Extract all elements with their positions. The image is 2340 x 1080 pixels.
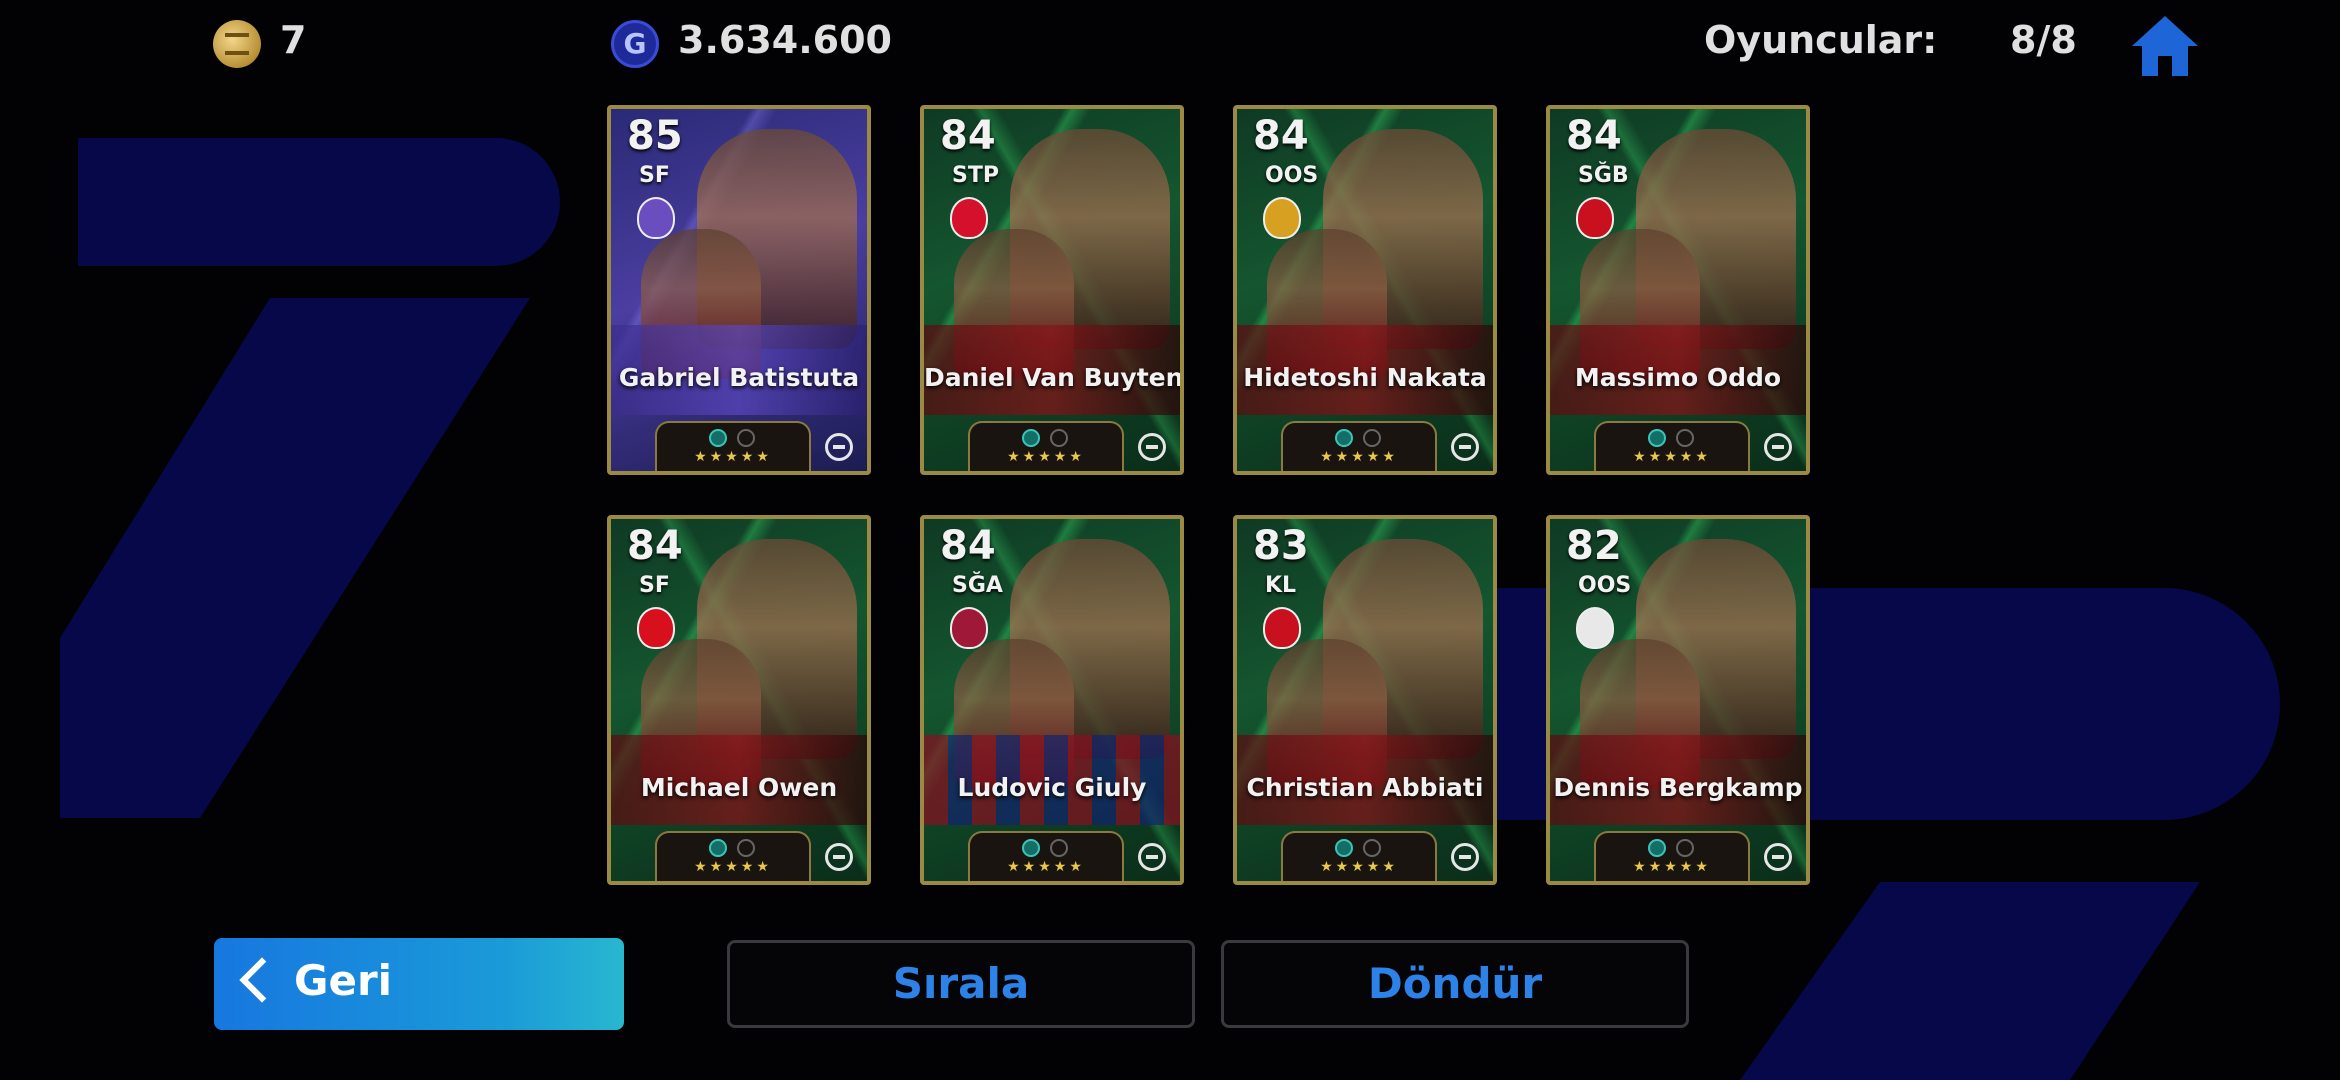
player-card[interactable]: 83 KL Christian Abbiati ★★★★★: [1233, 515, 1497, 885]
club-crest-icon: [1263, 197, 1301, 239]
player-name: Massimo Oddo: [1574, 363, 1782, 392]
efootball-coin-icon: [213, 20, 261, 68]
player-rating: 85: [627, 113, 683, 159]
skill-icon: [1050, 429, 1068, 447]
player-name: Ludovic Giuly: [957, 773, 1147, 802]
player-position: KL: [1265, 573, 1297, 598]
coin-balance: 7: [280, 18, 307, 62]
player-card[interactable]: 84 OOS Hidetoshi Nakata ★★★★★: [1233, 105, 1497, 475]
efootball-logo-icon: [1138, 843, 1166, 871]
club-crest-icon: [637, 197, 675, 239]
star-rating: ★★★★★: [1320, 859, 1398, 875]
star-rating: ★★★★★: [694, 859, 772, 875]
home-icon[interactable]: [2130, 14, 2200, 78]
player-card[interactable]: 84 SĞA Ludovic Giuly ★★★★★: [920, 515, 1184, 885]
player-card[interactable]: 85 SF Gabriel Batistuta ★★★★★: [607, 105, 871, 475]
gp-balance: 3.634.600: [678, 18, 892, 62]
efootball-logo-icon: [1451, 843, 1479, 871]
player-rating: 83: [1253, 523, 1309, 569]
efootball-logo-icon: [1764, 433, 1792, 461]
sort-button[interactable]: Sırala: [727, 940, 1195, 1028]
player-rating: 84: [1566, 113, 1622, 159]
player-position: OOS: [1578, 573, 1632, 598]
skill-icon: [1363, 839, 1381, 857]
skill-icon: [1648, 839, 1666, 857]
skill-icon: [1363, 429, 1381, 447]
club-crest-icon: [1576, 607, 1614, 649]
skill-icon: [709, 429, 727, 447]
efootball-logo-icon: [1138, 433, 1166, 461]
card-base: ★★★★★: [1594, 831, 1750, 881]
skill-icon: [1676, 839, 1694, 857]
star-rating: ★★★★★: [1633, 449, 1711, 465]
player-rating: 84: [1253, 113, 1309, 159]
skill-icon: [1335, 839, 1353, 857]
club-crest-icon: [950, 197, 988, 239]
player-position: SF: [639, 573, 670, 598]
flip-button[interactable]: Döndür: [1221, 940, 1689, 1028]
player-rating: 84: [940, 113, 996, 159]
background-shape: [78, 138, 560, 266]
skill-icon: [1648, 429, 1666, 447]
player-name: Gabriel Batistuta: [618, 363, 860, 392]
card-base: ★★★★★: [1281, 421, 1437, 471]
efootball-logo-icon: [825, 843, 853, 871]
player-position: SĞB: [1578, 163, 1629, 188]
star-rating: ★★★★★: [1320, 449, 1398, 465]
player-name: Dennis Bergkamp: [1553, 773, 1803, 802]
efootball-logo-icon: [825, 433, 853, 461]
skill-icon: [709, 839, 727, 857]
club-crest-icon: [1576, 197, 1614, 239]
club-crest-icon: [637, 607, 675, 649]
top-bar: 7 G 3.634.600 Oyuncular: 8/8: [0, 0, 2340, 84]
player-card[interactable]: 84 STP Daniel Van Buyten ★★★★★: [920, 105, 1184, 475]
player-name: Christian Abbiati: [1246, 773, 1484, 802]
card-base: ★★★★★: [1594, 421, 1750, 471]
player-position: SĞA: [952, 573, 1003, 598]
back-button[interactable]: Geri: [214, 938, 624, 1030]
club-crest-icon: [1263, 607, 1301, 649]
player-card-grid: 85 SF Gabriel Batistuta ★★★★★ 84 STP Daniel Va…: [607, 105, 1811, 885]
back-button-label: Geri: [294, 956, 393, 1005]
skill-icon: [1022, 839, 1040, 857]
player-name: Hidetoshi Nakata: [1243, 363, 1487, 392]
star-rating: ★★★★★: [694, 449, 772, 465]
efootball-logo-icon: [1764, 843, 1792, 871]
star-rating: ★★★★★: [1633, 859, 1711, 875]
chevron-left-icon: [239, 957, 285, 1003]
player-name: Michael Owen: [640, 773, 838, 802]
player-card[interactable]: 84 SF Michael Owen ★★★★★: [607, 515, 871, 885]
skill-icon: [737, 429, 755, 447]
skill-icon: [1022, 429, 1040, 447]
player-position: STP: [952, 163, 999, 188]
player-rating: 84: [940, 523, 996, 569]
gp-icon: G: [611, 20, 659, 68]
players-label: Oyuncular:: [1704, 18, 1938, 62]
skill-icon: [1676, 429, 1694, 447]
card-base: ★★★★★: [1281, 831, 1437, 881]
player-card[interactable]: 84 SĞB Massimo Oddo ★★★★★: [1546, 105, 1810, 475]
club-crest-icon: [950, 607, 988, 649]
card-base: ★★★★★: [968, 421, 1124, 471]
skill-icon: [1050, 839, 1068, 857]
background-shape: [1740, 882, 2200, 1080]
player-card[interactable]: 82 OOS Dennis Bergkamp ★★★★★: [1546, 515, 1810, 885]
player-rating: 84: [627, 523, 683, 569]
background-shape: [60, 298, 530, 818]
player-position: OOS: [1265, 163, 1319, 188]
star-rating: ★★★★★: [1007, 859, 1085, 875]
star-rating: ★★★★★: [1007, 449, 1085, 465]
card-base: ★★★★★: [655, 421, 811, 471]
card-base: ★★★★★: [968, 831, 1124, 881]
player-rating: 82: [1566, 523, 1622, 569]
player-position: SF: [639, 163, 670, 188]
card-base: ★★★★★: [655, 831, 811, 881]
skill-icon: [737, 839, 755, 857]
player-name: Daniel Van Buyten: [924, 363, 1184, 392]
skill-icon: [1335, 429, 1353, 447]
players-count: 8/8: [2010, 18, 2077, 62]
efootball-logo-icon: [1451, 433, 1479, 461]
